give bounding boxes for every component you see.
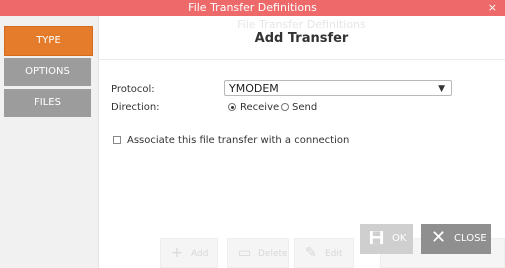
background-add-button: + Add — [160, 238, 218, 268]
close-button-label: CLOSE — [454, 233, 487, 244]
background-window-title: File Transfer Definitions — [237, 18, 366, 31]
sidebar: TYPE OPTIONS FILES — [0, 16, 99, 268]
background-delete-button: ▭ Delete — [227, 238, 289, 268]
ok-button[interactable]: OK — [360, 224, 413, 254]
radio-send[interactable] — [281, 103, 289, 111]
dialog-title: Add Transfer — [254, 31, 349, 46]
dropdown-arrow-icon: ▼ — [438, 84, 445, 94]
tab-files[interactable]: FILES — [4, 89, 91, 117]
protocol-label: Protocol: — [111, 84, 155, 95]
radio-selected-dot — [230, 105, 234, 109]
close-button[interactable]: ✕ CLOSE — [421, 224, 491, 254]
protocol-select-value: YMODEM — [229, 82, 279, 95]
close-icon: ✕ — [431, 227, 447, 248]
save-icon — [369, 230, 384, 245]
radio-send-label[interactable]: Send — [292, 102, 317, 113]
associate-checkbox[interactable] — [113, 136, 121, 144]
window-title: File Transfer Definitions — [188, 1, 317, 14]
plus-icon: + — [171, 245, 183, 261]
edit-icon: ✎ — [305, 245, 317, 261]
radio-receive-label[interactable]: Receive — [240, 102, 279, 113]
dialog-divider — [98, 59, 505, 60]
window-titlebar: File Transfer Definitions × — [0, 0, 505, 16]
ok-button-label: OK — [392, 233, 407, 244]
tab-options[interactable]: OPTIONS — [4, 58, 91, 86]
associate-checkbox-label[interactable]: Associate this file transfer with a conn… — [127, 135, 349, 146]
radio-receive[interactable] — [228, 103, 236, 111]
background-edit-button: ✎ Edit — [294, 238, 354, 268]
window-close-icon[interactable]: × — [488, 0, 497, 16]
tab-type[interactable]: TYPE — [4, 26, 93, 56]
delete-icon: ▭ — [238, 245, 252, 261]
direction-label: Direction: — [111, 102, 160, 113]
protocol-select[interactable]: YMODEM ▼ — [224, 80, 452, 96]
